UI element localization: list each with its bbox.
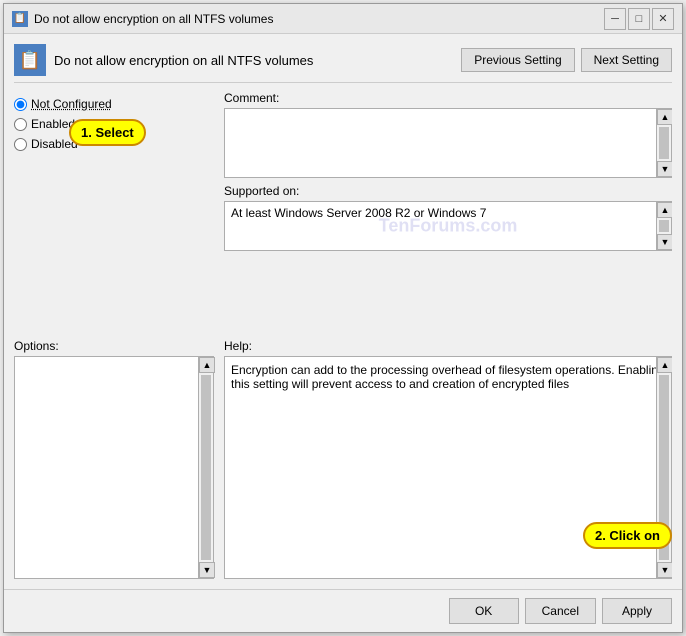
titlebar-left: 📋 Do not allow encryption on all NTFS vo…	[12, 11, 273, 27]
apply-button[interactable]: Apply	[602, 598, 672, 624]
header-buttons: Previous Setting Next Setting	[461, 48, 672, 72]
supported-scroll-up[interactable]: ▲	[657, 202, 672, 218]
window-title: Do not allow encryption on all NTFS volu…	[34, 12, 273, 26]
options-scroll-down[interactable]: ▼	[199, 562, 215, 578]
next-setting-button[interactable]: Next Setting	[581, 48, 672, 72]
annotation-select-bubble: 1. Select	[69, 119, 146, 146]
help-label: Help:	[224, 339, 672, 353]
cancel-button[interactable]: Cancel	[525, 598, 596, 624]
help-wrapper: Encryption can add to the processing ove…	[224, 356, 672, 579]
options-panel: Options: ▲ ▼	[14, 339, 214, 579]
main-window: 📋 Do not allow encryption on all NTFS vo…	[3, 3, 683, 633]
titlebar-controls: ─ □ ✕	[604, 8, 674, 30]
minimize-button[interactable]: ─	[604, 8, 626, 30]
policy-icon: 📋	[14, 44, 46, 76]
options-label: Options:	[14, 339, 214, 353]
supported-value: At least Windows Server 2008 R2 or Windo…	[224, 201, 656, 251]
options-scroll-up[interactable]: ▲	[199, 357, 215, 373]
help-panel: Help: Encryption can add to the processi…	[224, 339, 672, 579]
close-button[interactable]: ✕	[652, 8, 674, 30]
supported-section: Supported on: At least Windows Server 20…	[224, 184, 672, 251]
radio-enabled-input[interactable]	[14, 118, 27, 131]
supported-on-label: Supported on:	[224, 184, 672, 198]
policy-title: Do not allow encryption on all NTFS volu…	[54, 53, 313, 68]
ok-button[interactable]: OK	[449, 598, 519, 624]
content-area: 📋 Do not allow encryption on all NTFS vo…	[4, 34, 682, 589]
comment-section: Comment: ▲ ▼	[224, 91, 672, 178]
supported-scrollbar: ▲ ▼	[656, 201, 672, 251]
supported-wrapper: At least Windows Server 2008 R2 or Windo…	[224, 201, 672, 251]
maximize-button[interactable]: □	[628, 8, 650, 30]
supported-scroll-thumb	[659, 220, 669, 232]
titlebar: 📋 Do not allow encryption on all NTFS vo…	[4, 4, 682, 34]
right-panel: Comment: ▲ ▼ Supported on:	[224, 91, 672, 331]
help-scroll-up[interactable]: ▲	[657, 357, 672, 373]
comment-wrapper: ▲ ▼	[224, 108, 672, 178]
radio-not-configured[interactable]: Not Configured	[14, 95, 214, 113]
radio-disabled-input[interactable]	[14, 138, 27, 151]
supported-text: At least Windows Server 2008 R2 or Windo…	[231, 206, 486, 220]
annotation-click-bubble: 2. Click on	[583, 522, 672, 549]
supported-scroll-down[interactable]: ▼	[657, 234, 672, 250]
main-area: Not Configured Enabled Disabled 1. Selec…	[14, 91, 672, 331]
left-panel: Not Configured Enabled Disabled 1. Selec…	[14, 91, 214, 331]
header-row: 📋 Do not allow encryption on all NTFS vo…	[14, 44, 672, 83]
options-scrollbar: ▲ ▼	[198, 356, 214, 579]
comment-scroll-thumb	[659, 127, 669, 159]
comment-scroll-down[interactable]: ▼	[657, 161, 672, 177]
comment-label: Comment:	[224, 91, 672, 105]
previous-setting-button[interactable]: Previous Setting	[461, 48, 574, 72]
bottom-panels: Options: ▲ ▼ Help: Encryption can add to…	[14, 339, 672, 579]
radio-not-configured-label: Not Configured	[31, 97, 112, 111]
window-icon: 📋	[12, 11, 28, 27]
options-wrapper: ▲ ▼	[14, 356, 214, 579]
help-scroll-down[interactable]: ▼	[657, 562, 672, 578]
comment-scrollbar: ▲ ▼	[656, 108, 672, 178]
footer: OK Cancel Apply	[4, 589, 682, 632]
options-scroll-thumb	[201, 375, 211, 560]
comment-textarea[interactable]	[224, 108, 656, 178]
radio-not-configured-input[interactable]	[14, 98, 27, 111]
options-box	[14, 356, 198, 579]
comment-scroll-up[interactable]: ▲	[657, 109, 672, 125]
header-left: 📋 Do not allow encryption on all NTFS vo…	[14, 44, 313, 76]
